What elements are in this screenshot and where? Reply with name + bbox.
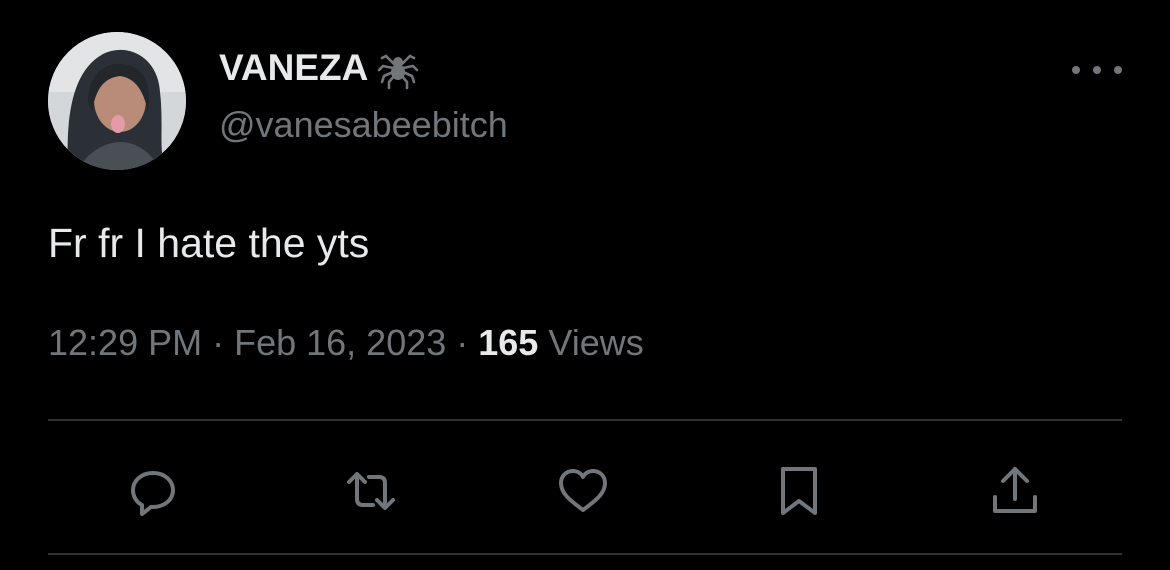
avatar-photo — [48, 32, 186, 170]
reply-icon — [131, 471, 175, 516]
more-dot-icon — [1093, 66, 1101, 74]
retweet-button[interactable] — [336, 456, 406, 526]
heart-icon — [559, 469, 607, 512]
author-handle[interactable]: @vanesabeebitch — [219, 104, 508, 146]
author-name-row[interactable]: VANEZA — [219, 42, 422, 94]
share-button[interactable] — [980, 456, 1050, 526]
avatar[interactable] — [48, 32, 186, 170]
divider — [48, 419, 1122, 421]
divider — [48, 553, 1122, 555]
tweet-meta: 12:29 PM · Feb 16, 2023 · 165 Views — [48, 322, 644, 364]
display-name[interactable]: VANEZA — [219, 47, 368, 89]
views-count[interactable]: 165 — [478, 322, 538, 363]
action-bar — [48, 456, 1122, 526]
views-label[interactable]: Views — [538, 322, 643, 363]
share-icon — [993, 467, 1037, 513]
spider-icon — [378, 54, 419, 90]
tweet-time[interactable]: 12:29 PM — [48, 322, 202, 363]
more-options-button[interactable] — [1072, 54, 1122, 86]
bookmark-button[interactable] — [764, 456, 834, 526]
more-dot-icon — [1072, 66, 1080, 74]
bookmark-icon — [781, 467, 817, 515]
reply-button[interactable] — [118, 456, 188, 526]
tweet-detail: VANEZA @vanesabeebitch Fr fr I hate the … — [0, 0, 1170, 570]
tweet-date[interactable]: Feb 16, 2023 — [234, 322, 446, 363]
meta-separator: · — [446, 322, 479, 363]
retweet-icon — [347, 472, 395, 510]
tweet-text: Fr fr I hate the yts — [48, 220, 370, 266]
like-button[interactable] — [548, 456, 618, 526]
meta-separator: · — [202, 322, 235, 363]
more-dot-icon — [1114, 66, 1122, 74]
